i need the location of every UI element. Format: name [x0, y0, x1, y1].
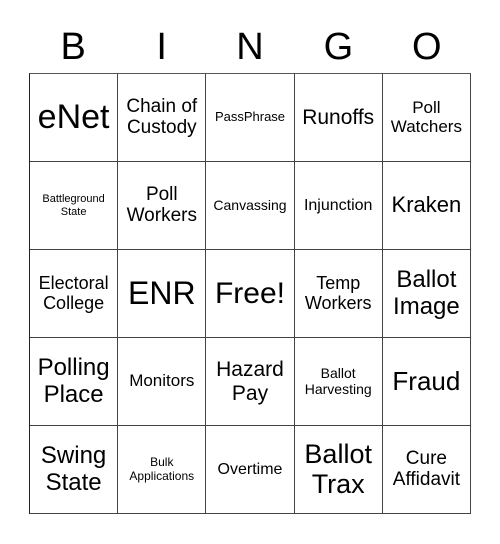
bingo-cell[interactable]: Polling Place — [30, 338, 119, 426]
bingo-cell[interactable]: Swing State — [30, 426, 119, 514]
bingo-cell[interactable]: Ballot Image — [382, 250, 471, 338]
bingo-cell[interactable]: Overtime — [206, 426, 295, 514]
bingo-cell[interactable]: PassPhrase — [206, 74, 295, 162]
bingo-cell[interactable]: Fraud — [382, 338, 471, 426]
bingo-cell[interactable]: Ballot Trax — [294, 426, 383, 514]
bingo-cell[interactable]: Chain of Custody — [118, 74, 207, 162]
header-letter-o: O — [412, 26, 442, 68]
bingo-cell[interactable]: Poll Watchers — [382, 74, 471, 162]
bingo-cell[interactable]: Temp Workers — [294, 250, 383, 338]
bingo-cell[interactable]: Hazard Pay — [206, 338, 295, 426]
header-letter-b: B — [60, 26, 86, 68]
bingo-cell[interactable]: Canvassing — [206, 162, 295, 250]
header-letter-i: I — [156, 26, 167, 68]
bingo-cell[interactable]: ENR — [118, 250, 207, 338]
bingo-cell[interactable]: Monitors — [118, 338, 207, 426]
bingo-cell[interactable]: Runoffs — [294, 74, 383, 162]
bingo-cell[interactable]: Cure Affidavit — [382, 426, 471, 514]
free-space-cell[interactable]: Free! — [206, 250, 295, 338]
bingo-cell[interactable]: Ballot Harvesting — [294, 338, 383, 426]
bingo-cell[interactable]: Battleground State — [30, 162, 119, 250]
bingo-cell[interactable]: Poll Workers — [118, 162, 207, 250]
bingo-cell[interactable]: eNet — [30, 74, 119, 162]
bingo-header: B I N G O — [29, 22, 471, 72]
bingo-cell[interactable]: Injunction — [294, 162, 383, 250]
bingo-cell[interactable]: Bulk Applications — [118, 426, 207, 514]
bingo-cell[interactable]: Kraken — [382, 162, 471, 250]
bingo-cell[interactable]: Electoral College — [30, 250, 119, 338]
header-letter-g: G — [323, 26, 354, 68]
header-letter-n: N — [236, 26, 264, 68]
bingo-card: eNet Chain of Custody PassPhrase Runoffs… — [29, 73, 471, 514]
